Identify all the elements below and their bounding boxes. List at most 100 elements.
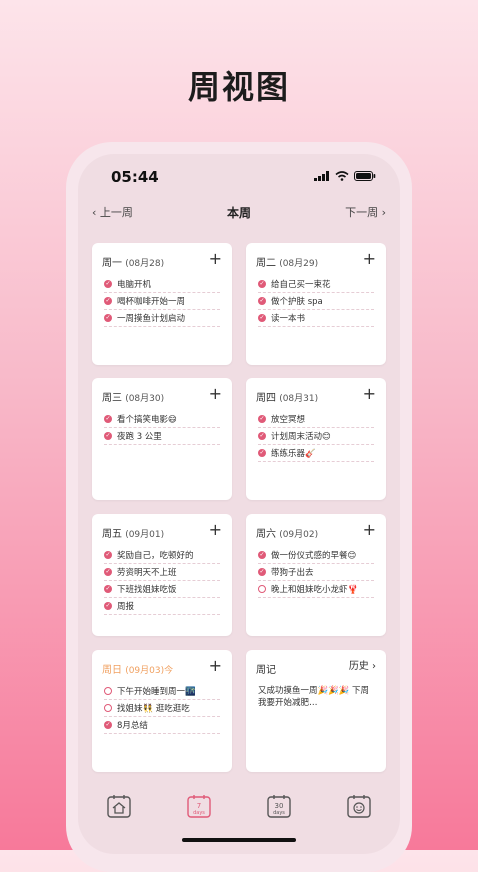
task-list: 看个搞笑电影😄 夜跑 3 公里 [104,411,220,445]
day-date: (09月02) [279,530,319,540]
add-task-button[interactable]: + [209,251,222,267]
task-item[interactable]: 练练乐器🎸 [258,445,374,462]
card-header: 周日 (09月03)今 + [102,658,222,677]
month-tab-number: 30 [275,802,284,810]
day-title: 周五 (09月01) [102,529,165,540]
add-task-button[interactable]: + [209,658,222,674]
check-icon[interactable] [104,432,112,440]
card-header: 周四 (08月31) + [256,386,376,405]
unchecked-circle-icon[interactable] [104,704,112,712]
week-tab[interactable]: 7 days [186,793,212,819]
day-title: 周六 (09月02) [256,529,319,540]
unchecked-circle-icon[interactable] [258,585,266,593]
unchecked-circle-icon[interactable] [104,687,112,695]
history-button[interactable]: 历史 › [349,658,376,676]
day-card-monday[interactable]: 周一 (08月28) + 电脑开机 喝杯咖啡开始一周 一周摸鱼计划启动 [92,243,232,365]
journal-card[interactable]: 周记 历史 › 又成功摸鱼一周🎉🎉🎉 下周我要开始减肥… [246,650,386,772]
month-tab-unit: days [273,810,285,816]
day-card-tuesday[interactable]: 周二 (08月29) + 给自己买一束花 做个护肤 spa 读一本书 [246,243,386,365]
day-date: (09月03)今 [125,666,174,676]
mood-tab[interactable] [346,793,372,819]
week-tab-number: 7 [197,802,201,810]
signal-icon [314,171,329,181]
smiley-calendar-icon [347,795,371,818]
check-icon[interactable] [104,721,112,729]
previous-week-button[interactable]: ‹ 上一周 [92,204,133,220]
add-task-button[interactable]: + [363,522,376,538]
page-title: 周视图 [187,68,290,106]
check-icon[interactable] [258,449,266,457]
status-bar: 05:44 [78,154,400,198]
task-item[interactable]: 带狗子出去 [258,564,374,581]
check-icon[interactable] [258,551,266,559]
home-tab[interactable] [106,793,132,819]
task-item[interactable]: 下午开始睡到周一🌃 [104,683,220,700]
task-list: 给自己买一束花 做个护肤 spa 读一本书 [258,276,374,327]
check-icon[interactable] [104,415,112,423]
add-task-button[interactable]: + [363,386,376,402]
check-icon[interactable] [258,297,266,305]
task-item[interactable]: 电脑开机 [104,276,220,293]
day-title: 周日 (09月03)今 [102,665,174,676]
30-days-calendar-icon: 30 days [267,795,291,818]
check-icon[interactable] [104,602,112,610]
day-date: (09月01) [125,530,165,540]
next-week-button[interactable]: 下一周 › [345,204,386,220]
card-header: 周五 (09月01) + [102,522,222,541]
task-item[interactable]: 下班找姐妹吃饭 [104,581,220,598]
task-item[interactable]: 喝杯咖啡开始一周 [104,293,220,310]
check-icon[interactable] [258,280,266,288]
status-icons [314,171,376,181]
add-task-button[interactable]: + [209,386,222,402]
task-item[interactable]: 找姐妹👯 逛吃逛吃 [104,700,220,717]
day-title: 周二 (08月29) [256,258,319,269]
tab-bar: 7 days 30 days [78,789,400,829]
day-date: (08月31) [279,394,319,404]
task-item[interactable]: 晚上和姐妹吃小龙虾🦞 [258,581,374,598]
task-item[interactable]: 夜跑 3 公里 [104,428,220,445]
journal-text: 又成功摸鱼一周🎉🎉🎉 下周我要开始减肥… [258,686,369,708]
home-indicator [182,838,296,842]
task-item[interactable]: 做一份仪式感的早餐😊 [258,547,374,564]
task-item[interactable]: 放空冥想 [258,411,374,428]
day-card-thursday[interactable]: 周四 (08月31) + 放空冥想 计划周末活动😊 练练乐器🎸 [246,378,386,500]
task-list: 下午开始睡到周一🌃 找姐妹👯 逛吃逛吃 8月总结 [104,683,220,734]
card-header: 周二 (08月29) + [256,251,376,270]
day-date: (08月30) [125,394,165,404]
home-calendar-icon [107,795,131,818]
task-item[interactable]: 劳资明天不上班 [104,564,220,581]
check-icon[interactable] [104,280,112,288]
check-icon[interactable] [258,432,266,440]
task-item[interactable]: 看个搞笑电影😄 [104,411,220,428]
day-date: (08月28) [125,259,165,269]
day-card-friday[interactable]: 周五 (09月01) + 奖励自己，吃顿好的 劳资明天不上班 下班找姐妹吃饭 周… [92,514,232,636]
add-task-button[interactable]: + [209,522,222,538]
add-task-button[interactable]: + [363,251,376,267]
task-item[interactable]: 读一本书 [258,310,374,327]
check-icon[interactable] [258,568,266,576]
check-icon[interactable] [258,415,266,423]
check-icon[interactable] [104,314,112,322]
wifi-icon [335,171,349,181]
card-header: 周三 (08月30) + [102,386,222,405]
check-icon[interactable] [104,551,112,559]
task-item[interactable]: 8月总结 [104,717,220,734]
task-item[interactable]: 计划周末活动😊 [258,428,374,445]
check-icon[interactable] [104,585,112,593]
task-item[interactable]: 周报 [104,598,220,615]
day-card-wednesday[interactable]: 周三 (08月30) + 看个搞笑电影😄 夜跑 3 公里 [92,378,232,500]
task-list: 奖励自己，吃顿好的 劳资明天不上班 下班找姐妹吃饭 周报 [104,547,220,615]
day-title: 周一 (08月28) [102,258,165,269]
check-icon[interactable] [258,314,266,322]
day-card-saturday[interactable]: 周六 (09月02) + 做一份仪式感的早餐😊 带狗子出去 晚上和姐妹吃小龙虾🦞 [246,514,386,636]
check-icon[interactable] [104,568,112,576]
month-tab[interactable]: 30 days [266,793,292,819]
day-card-sunday[interactable]: 周日 (09月03)今 + 下午开始睡到周一🌃 找姐妹👯 逛吃逛吃 8月总结 [92,650,232,772]
task-item[interactable]: 做个护肤 spa [258,293,374,310]
day-date: (08月29) [279,259,319,269]
check-icon[interactable] [104,297,112,305]
task-list: 做一份仪式感的早餐😊 带狗子出去 晚上和姐妹吃小龙虾🦞 [258,547,374,598]
task-item[interactable]: 给自己买一束花 [258,276,374,293]
task-item[interactable]: 奖励自己，吃顿好的 [104,547,220,564]
task-item[interactable]: 一周摸鱼计划启动 [104,310,220,327]
